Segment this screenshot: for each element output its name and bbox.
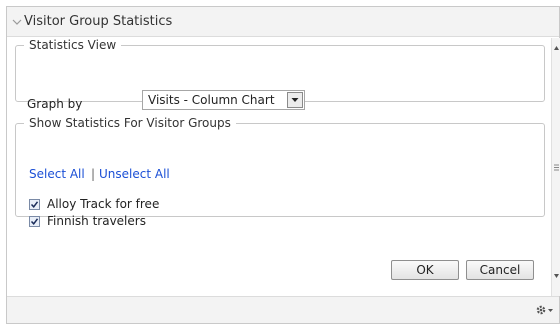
chevron-down-icon[interactable] [287, 92, 303, 108]
checkmark-icon [30, 218, 39, 225]
vertical-scrollbar[interactable] [551, 38, 560, 296]
link-separator: | [91, 167, 96, 181]
unselect-all-link[interactable]: Unselect All [99, 167, 170, 181]
checkbox-alloy-track[interactable] [29, 199, 40, 210]
gadget-header[interactable]: Visitor Group Statistics [7, 7, 559, 37]
checkbox-finnish-travelers[interactable] [29, 216, 40, 227]
scroll-down-icon[interactable] [554, 274, 559, 278]
scroll-grip-icon[interactable] [554, 164, 559, 171]
visitor-groups-legend: Show Statistics For Visitor Groups [29, 116, 231, 130]
ok-button[interactable]: OK [391, 260, 459, 280]
gadget-title: Visitor Group Statistics [24, 14, 173, 29]
statistics-view-legend: Statistics View [29, 38, 117, 52]
select-all-link[interactable]: Select All [29, 167, 85, 181]
checkmark-icon [30, 201, 39, 208]
graph-by-select[interactable]: Visits - Column Chart [142, 90, 305, 110]
gear-icon[interactable] [534, 303, 554, 317]
cancel-button[interactable]: Cancel [466, 260, 534, 280]
chevron-down-icon[interactable] [11, 16, 23, 28]
checkbox-label[interactable]: Finnish travelers [47, 214, 146, 228]
gadget-footer [7, 296, 559, 323]
checkbox-label[interactable]: Alloy Track for free [47, 197, 159, 211]
scroll-up-icon[interactable] [554, 46, 559, 50]
graph-by-value: Visits - Column Chart [148, 93, 275, 107]
graph-by-label: Graph by [27, 97, 83, 111]
